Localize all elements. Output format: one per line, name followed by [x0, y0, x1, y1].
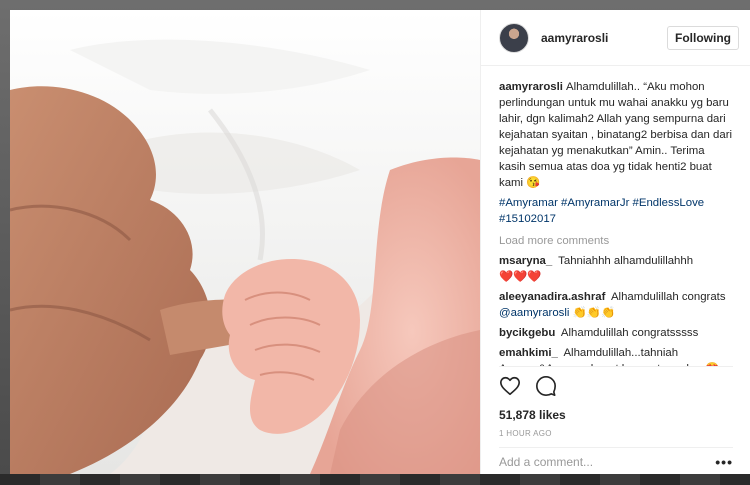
likes-count[interactable]: 51,878 likes	[499, 408, 566, 422]
actions-container: 51,878 likes 1 HOUR AGO •••	[499, 366, 733, 474]
post-modal: aamyrarosli Following aamyrarosli Alhamdu…	[10, 10, 750, 474]
heart-emoji: ❤️❤️❤️	[499, 271, 542, 283]
more-options-icon[interactable]: •••	[715, 454, 733, 470]
load-more-comments-link[interactable]: Load more comments	[499, 233, 733, 249]
heart-icon[interactable]	[499, 375, 521, 397]
post-photo[interactable]	[10, 10, 480, 474]
comment-text: Alhamdulillah congratsssss	[560, 327, 699, 339]
action-icons	[499, 375, 557, 397]
comment-username[interactable]: bycikgebu	[499, 327, 555, 339]
comment-item: aleeyanadira.ashraf Alhamdulillah congra…	[499, 289, 733, 321]
caption-text: Alhamdulillah.. “Aku mohon perlindungan …	[499, 81, 733, 189]
comment-item: bycikgebu Alhamdulillah congratsssss	[499, 325, 733, 341]
comment-text: Tahniahhh alhamdulillahhh	[558, 255, 694, 267]
baby-hand-photo	[10, 10, 480, 474]
comment-mention-link[interactable]: @aamyrarosli	[499, 307, 569, 319]
comment-username[interactable]: emahkimi_	[499, 347, 558, 359]
comments-section: aamyrarosli Alhamdulillah.. “Aku mohon pe…	[481, 66, 750, 366]
comment-username[interactable]: msaryna_	[499, 255, 552, 267]
comment-username[interactable]: aleeyanadira.ashraf	[499, 291, 605, 303]
add-comment-input[interactable]	[499, 454, 715, 469]
post-header: aamyrarosli Following	[481, 10, 750, 66]
comment-text: Alhamdulillah congrats	[610, 291, 726, 303]
caption-hashtags[interactable]: #Amyramar #AmyramarJr #EndlessLove #1510…	[499, 195, 733, 227]
header-username[interactable]: aamyrarosli	[541, 31, 667, 45]
following-button[interactable]: Following	[667, 25, 739, 50]
comment-bubble-icon[interactable]	[535, 375, 557, 397]
caption-username[interactable]: aamyrarosli	[499, 81, 563, 93]
comment-item: emahkimi_ Alhamdulillah...tahniah Aamyra…	[499, 345, 733, 366]
post-actions: 51,878 likes 1 HOUR AGO •••	[481, 366, 750, 474]
comment-item: msaryna_ Tahniahhh alhamdulillahhh ❤️❤️❤…	[499, 253, 733, 285]
background-feed-strip	[0, 474, 750, 485]
post-caption: aamyrarosli Alhamdulillah.. “Aku mohon pe…	[499, 79, 733, 191]
post-side-panel: aamyrarosli Following aamyrarosli Alhamdu…	[480, 10, 750, 474]
add-comment-bar: •••	[499, 447, 733, 475]
post-timestamp[interactable]: 1 HOUR AGO	[499, 429, 552, 438]
avatar[interactable]	[499, 22, 529, 53]
clapping-emoji: 👏👏👏	[572, 307, 616, 319]
